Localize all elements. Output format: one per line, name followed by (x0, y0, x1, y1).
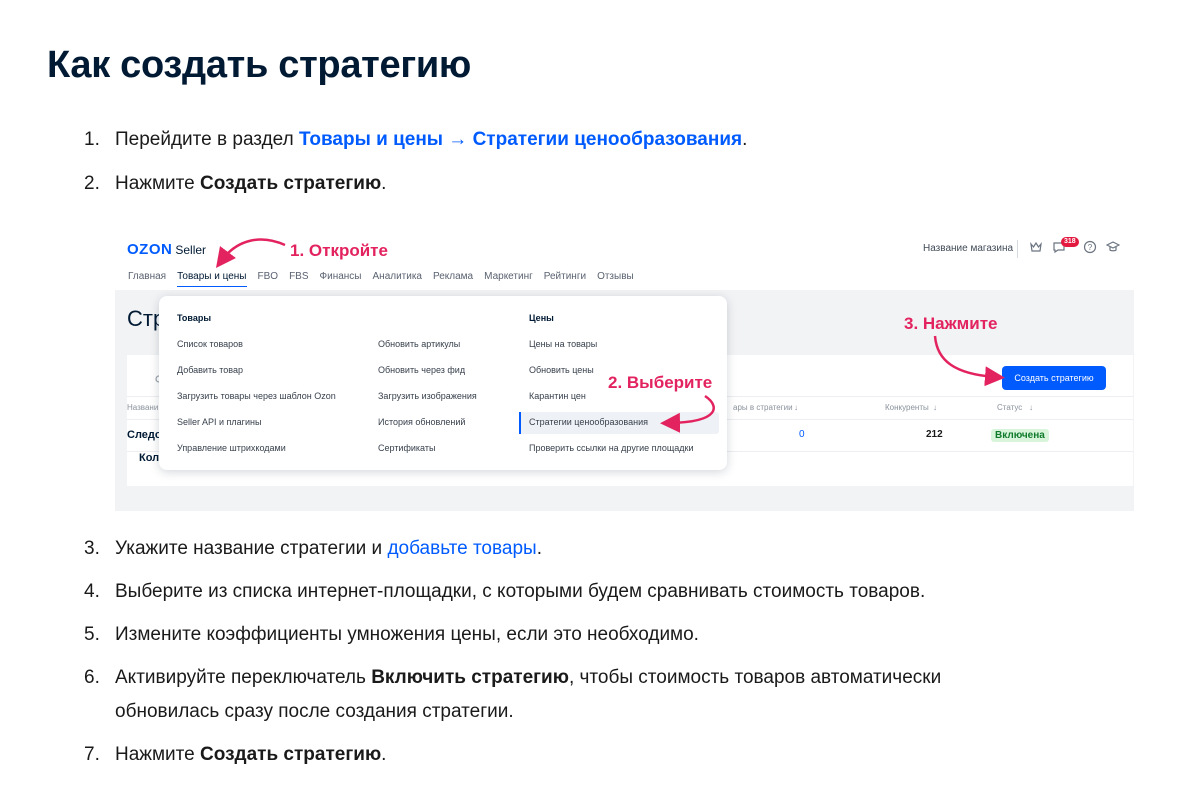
add-products-link[interactable]: добавьте товары (387, 538, 536, 559)
step-7: 7. Нажмите Создать стратегию. (84, 738, 386, 772)
page-heading: Как создать стратегию (47, 44, 472, 86)
arrow-open (215, 238, 286, 268)
step-number: 3. (84, 538, 100, 559)
step-number: 2. (84, 173, 100, 194)
step-6-line-2: обновилась сразу после создания стратеги… (84, 695, 514, 729)
products-prices-link[interactable]: Товары и цены → Стратегии ценообразовани… (299, 129, 742, 150)
annotation-open: 1. Откройте (290, 241, 388, 260)
step-4: 4. Выберите из списка интернет-площадки,… (84, 575, 925, 609)
step-5: 5. Измените коэффициенты умножения цены,… (84, 618, 699, 652)
arrow-select (660, 394, 715, 433)
arrow-click (933, 335, 1005, 387)
seller-screenshot: OZON Seller Главная Товары и цены FBO FBS… (115, 226, 1134, 511)
annotation-click: 3. Нажмите (904, 314, 998, 333)
step-number: 7. (84, 744, 100, 765)
step-1: 1. Перейдите в раздел Товары и цены → Ст… (84, 123, 747, 157)
step-6: 6. Активируйте переключатель Включить ст… (84, 661, 941, 695)
annotation-select: 2. Выберите (608, 373, 713, 392)
step-3: 3. Укажите название стратегии и добавьте… (84, 532, 542, 566)
step-text: Измените коэффициенты умножения цены, ес… (115, 624, 699, 645)
step-2: 2. Нажмите Создать стратегию. (84, 167, 386, 201)
step-bold: Создать стратегию (200, 744, 382, 765)
annotation-arrows (215, 238, 1005, 433)
step-text: обновилась сразу после создания стратеги… (115, 701, 514, 722)
step-text-end: . (381, 744, 387, 765)
step-number: 1. (84, 129, 100, 150)
step-text: Нажмите (115, 744, 201, 765)
step-text-end: , чтобы стоимость товаров автоматически (568, 667, 942, 688)
step-text-end: . (742, 129, 748, 150)
step-text-end: . (381, 173, 387, 194)
step-number: 4. (84, 581, 100, 602)
step-text: Перейдите в раздел (115, 129, 299, 150)
step-text-end: . (536, 538, 542, 559)
step-text: Укажите название стратегии и (115, 538, 388, 559)
step-text: Выберите из списка интернет-площадки, с … (115, 581, 926, 602)
step-text: Активируйте переключатель (115, 667, 372, 688)
step-number: 5. (84, 624, 100, 645)
step-bold: Включить стратегию (371, 667, 569, 688)
step-text: Нажмите (115, 173, 201, 194)
step-number: 6. (84, 667, 100, 688)
step-bold: Создать стратегию (200, 173, 382, 194)
